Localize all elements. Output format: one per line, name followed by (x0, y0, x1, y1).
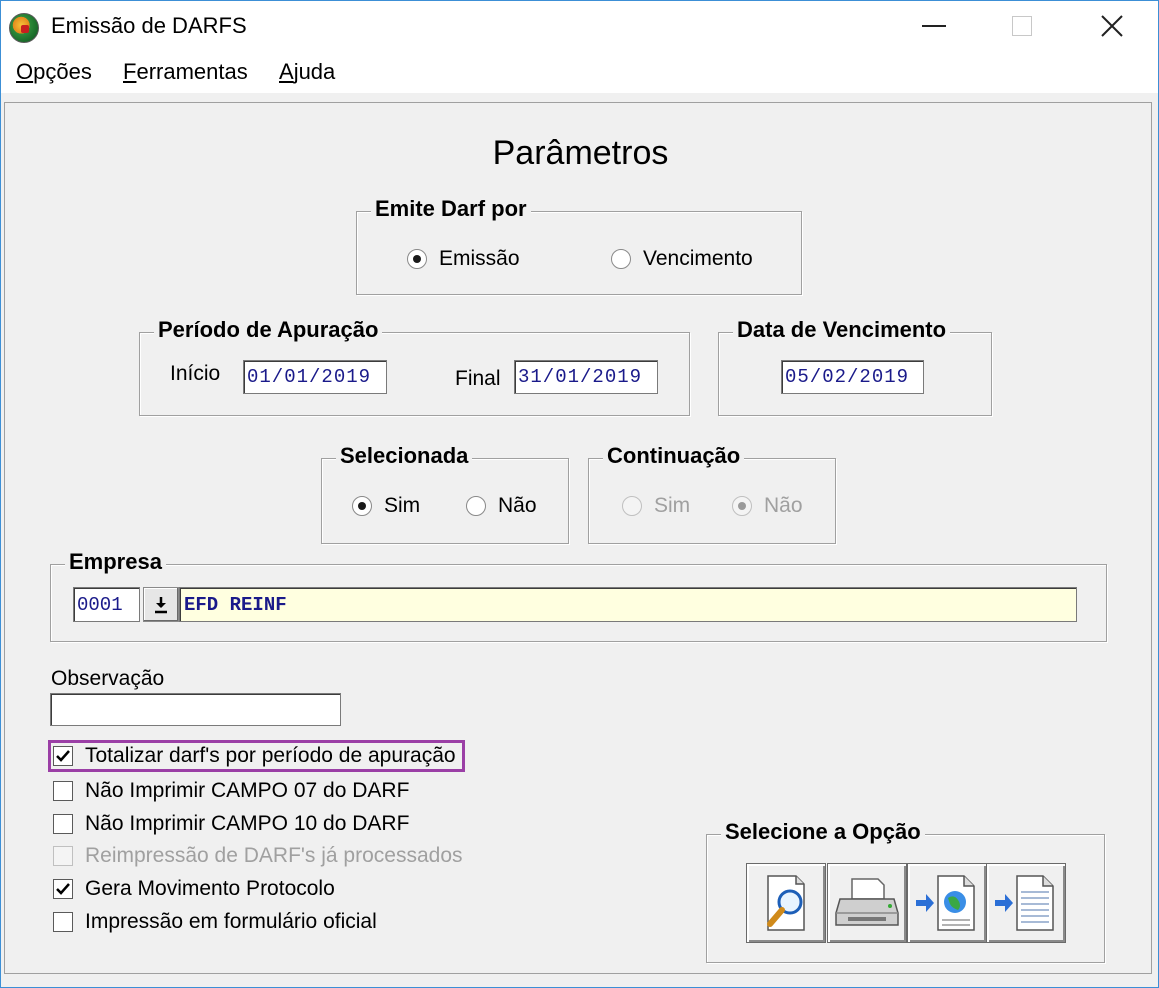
radio-continuacao-nao-dot (732, 496, 752, 516)
observacao-input[interactable] (50, 693, 341, 726)
export-file-icon (995, 875, 1054, 931)
checkmark-icon (56, 750, 70, 762)
empresa-name-field[interactable]: EFD REINF (179, 587, 1077, 622)
check-nao-imprimir-campo-07[interactable]: Não Imprimir CAMPO 07 do DARF (53, 779, 409, 803)
menu-opcoes-label: pções (33, 59, 92, 84)
export-web-button[interactable] (907, 863, 987, 943)
empresa-lookup-button[interactable] (143, 587, 179, 622)
check-reimpressao-darfs: Reimpressão de DARF's já processados (53, 844, 463, 868)
menu-ajuda-accel: A (279, 59, 294, 84)
radio-vencimento-label: Vencimento (643, 247, 753, 270)
radio-selecionada-nao[interactable]: Não (466, 494, 537, 518)
check-totalizar-darfs-label: Totalizar darf's por período de apuração (85, 744, 456, 767)
window-title: Emissão de DARFS (51, 13, 247, 38)
printer-icon (835, 878, 899, 926)
radio-continuacao-sim-dot (622, 496, 642, 516)
empresa-code-field[interactable]: 0001 (73, 587, 140, 622)
radio-selecionada-sim-label: Sim (384, 494, 421, 517)
export-web-icon (916, 875, 975, 931)
inicio-label: Início (170, 362, 221, 385)
periodo-apuracao-legend: Período de Apuração (154, 317, 383, 343)
radio-selecionada-nao-label: Não (498, 494, 537, 517)
radio-selecionada-sim[interactable]: Sim (352, 494, 420, 518)
selecionada-legend: Selecionada (336, 443, 473, 469)
preview-icon (767, 875, 805, 931)
radio-vencimento[interactable]: Vencimento (611, 247, 753, 271)
close-button[interactable] (1067, 1, 1157, 51)
empresa-legend: Empresa (65, 549, 166, 575)
radio-emissao-dot (407, 249, 427, 269)
check-gera-movimento-protocolo[interactable]: Gera Movimento Protocolo (53, 877, 335, 901)
check-nao-imprimir-campo-10[interactable]: Não Imprimir CAMPO 10 do DARF (53, 812, 409, 836)
radio-selecionada-nao-dot (466, 496, 486, 516)
inicio-date-field[interactable]: 01/01/2019 (243, 360, 387, 394)
selecione-opcao-legend: Selecione a Opção (721, 819, 925, 845)
maximize-button[interactable] (977, 1, 1067, 51)
darfs-window: Emissão de DARFS Opções Ferramentas Ajud… (0, 0, 1159, 988)
radio-emissao-label: Emissão (439, 247, 520, 270)
download-arrow-icon (155, 596, 167, 613)
radio-vencimento-dot (611, 249, 631, 269)
check-impressao-formulario-oficial[interactable]: Impressão em formulário oficial (53, 910, 377, 934)
menu-ferramentas-accel: F (123, 59, 137, 84)
check-totalizar-darfs[interactable]: Totalizar darf's por período de apuração (53, 744, 456, 768)
check-impressao-formulario-oficial-label: Impressão em formulário oficial (85, 910, 377, 933)
check-impressao-formulario-oficial-box (53, 912, 73, 932)
check-totalizar-darfs-box (53, 746, 73, 766)
preview-button[interactable] (746, 863, 826, 943)
menu-ferramentas[interactable]: Ferramentas (123, 59, 248, 85)
menu-ajuda[interactable]: Ajuda (279, 59, 335, 85)
radio-continuacao-sim-label: Sim (654, 494, 691, 517)
check-gera-movimento-protocolo-label: Gera Movimento Protocolo (85, 877, 335, 900)
vencimento-date-field[interactable]: 05/02/2019 (781, 360, 924, 394)
minimize-icon (922, 25, 946, 27)
radio-continuacao-nao-label: Não (764, 494, 803, 517)
check-gera-movimento-protocolo-box (53, 879, 73, 899)
continuacao-legend: Continuação (603, 443, 745, 469)
check-nao-imprimir-campo-07-label: Não Imprimir CAMPO 07 do DARF (85, 779, 410, 802)
data-vencimento-legend: Data de Vencimento (733, 317, 951, 343)
radio-continuacao-sim: Sim (622, 494, 690, 518)
minimize-button[interactable] (889, 1, 979, 51)
menu-opcoes-accel: O (16, 59, 34, 84)
menu-bar: Opções Ferramentas Ajuda (1, 51, 1158, 93)
menu-ajuda-label: juda (293, 59, 336, 84)
export-file-button[interactable] (986, 863, 1066, 943)
maximize-icon (1012, 16, 1032, 36)
emite-darf-legend: Emite Darf por (371, 196, 531, 222)
final-date-field[interactable]: 31/01/2019 (514, 360, 658, 394)
menu-ferramentas-label: erramentas (136, 59, 248, 84)
check-reimpressao-darfs-label: Reimpressão de DARF's já processados (85, 844, 463, 867)
observacao-label: Observação (51, 667, 165, 690)
page-title: Parâmetros (492, 134, 669, 172)
menu-opcoes[interactable]: Opções (16, 59, 92, 85)
check-reimpressao-darfs-box (53, 846, 73, 866)
app-icon (9, 13, 39, 43)
radio-continuacao-nao: Não (732, 494, 803, 518)
checkmark-icon (56, 883, 70, 895)
close-icon (1101, 15, 1123, 37)
check-nao-imprimir-campo-10-label: Não Imprimir CAMPO 10 do DARF (85, 812, 410, 835)
final-label: Final (455, 367, 501, 390)
check-nao-imprimir-campo-07-box (53, 781, 73, 801)
print-button[interactable] (827, 863, 907, 943)
title-bar: Emissão de DARFS (1, 1, 1158, 51)
check-nao-imprimir-campo-10-box (53, 814, 73, 834)
radio-selecionada-sim-dot (352, 496, 372, 516)
radio-emissao[interactable]: Emissão (407, 247, 520, 271)
